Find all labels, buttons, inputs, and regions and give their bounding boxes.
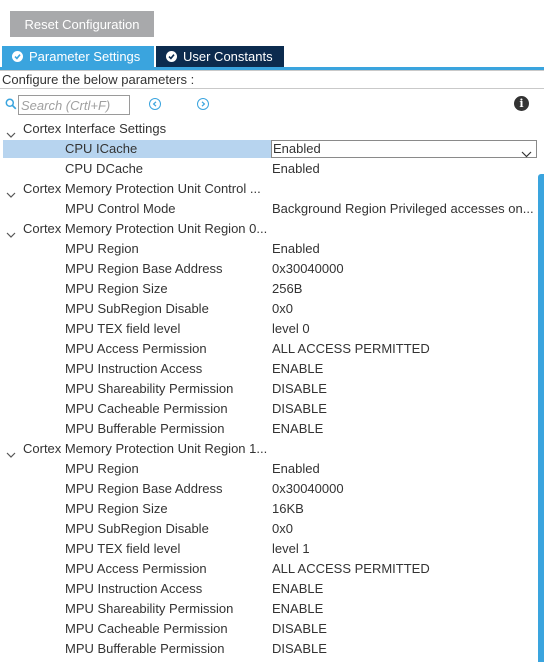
param-value: 0x30040000 xyxy=(272,261,344,276)
configure-instructions: Configure the below parameters : xyxy=(0,70,544,89)
param-value: 16KB xyxy=(272,501,304,516)
search-toolbar: i xyxy=(0,94,544,116)
param-label: CPU DCache xyxy=(65,161,144,176)
param-value: 0x0 xyxy=(272,521,293,536)
param-value: 0x30040000 xyxy=(272,481,344,496)
check-circle-icon xyxy=(166,51,177,62)
param-label: MPU TEX field level xyxy=(65,541,181,556)
group-label: Cortex Memory Protection Unit Region 1..… xyxy=(23,441,268,456)
group-cortex-interface-settings[interactable]: Cortex Interface Settings xyxy=(0,119,544,139)
param-value: Enabled xyxy=(272,461,320,476)
param-row[interactable]: MPU Cacheable Permission DISABLE xyxy=(0,399,544,419)
param-value: Enabled xyxy=(272,161,320,176)
param-value: ENABLE xyxy=(272,601,324,616)
tab-label: Parameter Settings xyxy=(29,49,141,64)
param-row[interactable]: MPU Bufferable Permission DISABLE xyxy=(0,639,544,659)
param-row[interactable]: MPU Shareability Permission DISABLE xyxy=(0,379,544,399)
param-label: MPU Instruction Access xyxy=(65,361,203,376)
search-input[interactable] xyxy=(18,95,130,115)
param-value: DISABLE xyxy=(272,381,327,396)
param-value: ENABLE xyxy=(272,421,324,436)
param-value: level 0 xyxy=(272,321,310,336)
param-value: DISABLE xyxy=(272,401,327,416)
param-row[interactable]: MPU Region Base Address 0x30040000 xyxy=(0,479,544,499)
group-label: Cortex Memory Protection Unit Region 0..… xyxy=(23,221,268,236)
param-row[interactable]: MPU Cacheable Permission DISABLE xyxy=(0,619,544,639)
group-label: Cortex Interface Settings xyxy=(23,121,167,136)
param-row[interactable]: MPU TEX field level level 1 xyxy=(0,539,544,559)
param-label: MPU Shareability Permission xyxy=(65,601,234,616)
reset-configuration-button[interactable]: Reset Configuration xyxy=(10,11,154,37)
param-row[interactable]: MPU Region Enabled xyxy=(0,239,544,259)
param-row[interactable]: MPU Access Permission ALL ACCESS PERMITTE… xyxy=(0,559,544,579)
group-label: Cortex Memory Protection Unit Control ..… xyxy=(23,181,261,196)
param-row[interactable]: MPU Access Permission ALL ACCESS PERMITTE… xyxy=(0,339,544,359)
param-row[interactable]: MPU Control Mode Background Region Privi… xyxy=(0,199,544,219)
param-value: level 1 xyxy=(272,541,310,556)
param-label: MPU Cacheable Permission xyxy=(65,401,228,416)
param-row[interactable]: MPU Instruction Access ENABLE xyxy=(0,579,544,599)
param-row[interactable]: MPU Region Size 256B xyxy=(0,279,544,299)
param-label: MPU TEX field level xyxy=(65,321,181,336)
tab-user-constants[interactable]: User Constants xyxy=(156,46,284,67)
param-row[interactable]: MPU SubRegion Disable 0x0 xyxy=(0,299,544,319)
param-label: MPU Region Size xyxy=(65,281,168,296)
param-value: ALL ACCESS PERMITTED xyxy=(272,561,430,576)
param-value: DISABLE xyxy=(272,621,327,636)
param-label: MPU Cacheable Permission xyxy=(65,621,228,636)
param-value: ALL ACCESS PERMITTED xyxy=(272,341,430,356)
chevron-right-circle-icon[interactable] xyxy=(197,98,209,110)
param-row[interactable]: CPU DCache Enabled xyxy=(0,159,544,179)
param-value: Enabled xyxy=(272,241,320,256)
tab-label: User Constants xyxy=(183,49,273,64)
param-label: MPU Control Mode xyxy=(65,201,176,216)
param-row[interactable]: MPU Region Enabled xyxy=(0,459,544,479)
param-label: MPU Bufferable Permission xyxy=(65,421,225,436)
vertical-scrollbar[interactable] xyxy=(538,174,544,662)
param-value: Background Region Privileged accesses on… xyxy=(272,201,534,216)
tab-parameter-settings[interactable]: Parameter Settings xyxy=(2,46,154,67)
param-label: MPU Region Base Address xyxy=(65,261,223,276)
param-row[interactable]: MPU SubRegion Disable 0x0 xyxy=(0,519,544,539)
param-label: MPU Region xyxy=(65,461,139,476)
param-row[interactable]: MPU TEX field level level 0 xyxy=(0,319,544,339)
group-mpu-control[interactable]: Cortex Memory Protection Unit Control ..… xyxy=(0,179,544,199)
param-label: MPU SubRegion Disable xyxy=(65,301,209,316)
param-value: DISABLE xyxy=(272,641,327,656)
chevron-left-circle-icon[interactable] xyxy=(149,98,161,110)
param-label: MPU Shareability Permission xyxy=(65,381,234,396)
param-label: CPU ICache xyxy=(65,141,138,156)
param-label: MPU Access Permission xyxy=(65,341,207,356)
select-value: Enabled xyxy=(273,141,321,156)
info-icon[interactable]: i xyxy=(514,96,529,111)
param-value: 256B xyxy=(272,281,303,296)
group-mpu-region-1[interactable]: Cortex Memory Protection Unit Region 1..… xyxy=(0,439,544,459)
cpu-icache-select[interactable]: Enabled xyxy=(271,140,537,158)
param-row[interactable]: MPU Shareability Permission ENABLE xyxy=(0,599,544,619)
param-value: 0x0 xyxy=(272,301,293,316)
param-value: ENABLE xyxy=(272,361,324,376)
tab-bar: Parameter Settings User Constants xyxy=(0,46,544,70)
param-label: MPU Region Base Address xyxy=(65,481,223,496)
param-row[interactable]: MPU Region Size 16KB xyxy=(0,499,544,519)
param-label: MPU Instruction Access xyxy=(65,581,203,596)
param-label: MPU Region Size xyxy=(65,501,168,516)
param-row-cpu-icache[interactable]: CPU ICache Enabled xyxy=(0,139,544,159)
param-label: MPU Region xyxy=(65,241,139,256)
param-row[interactable]: MPU Bufferable Permission ENABLE xyxy=(0,419,544,439)
search-icon xyxy=(5,98,17,113)
param-label: MPU Bufferable Permission xyxy=(65,641,225,656)
param-label: MPU SubRegion Disable xyxy=(65,521,209,536)
group-mpu-region-0[interactable]: Cortex Memory Protection Unit Region 0..… xyxy=(0,219,544,239)
param-value: ENABLE xyxy=(272,581,324,596)
param-row[interactable]: MPU Instruction Access ENABLE xyxy=(0,359,544,379)
param-label: MPU Access Permission xyxy=(65,561,207,576)
parameter-tree: Cortex Interface Settings CPU ICache Ena… xyxy=(0,119,544,659)
check-circle-icon xyxy=(12,51,23,62)
param-row[interactable]: MPU Region Base Address 0x30040000 xyxy=(0,259,544,279)
